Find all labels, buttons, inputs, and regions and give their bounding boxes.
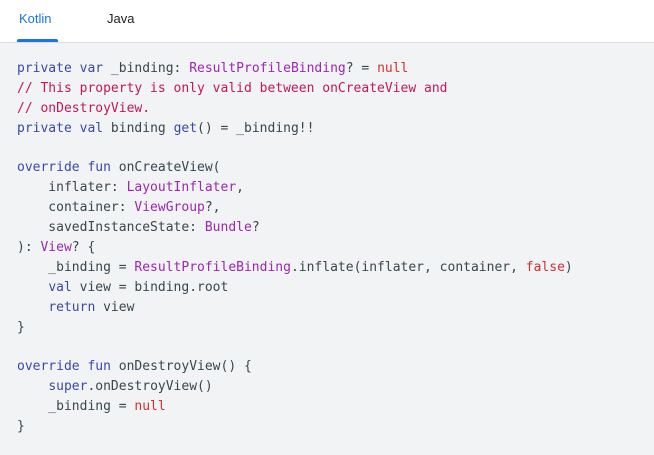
code-keyword: override bbox=[17, 160, 80, 176]
code-line: _binding = ResultProfileBinding.inflate(… bbox=[17, 258, 573, 278]
code-text: ?, bbox=[204, 200, 221, 216]
code-line: private val binding get() = _binding!! bbox=[17, 119, 573, 139]
code-block: private var _binding: ResultProfileBindi… bbox=[17, 59, 573, 437]
code-text: .inflate(inflater, container, bbox=[290, 259, 526, 275]
code-keyword: get bbox=[173, 120, 198, 136]
code-keyword: return bbox=[48, 299, 96, 315]
code-keyword: fun bbox=[87, 359, 111, 375]
code-keyword: private bbox=[17, 120, 72, 136]
code-line: ): View? { bbox=[17, 238, 573, 258]
language-tab-bar: Kotlin Java bbox=[0, 0, 654, 43]
code-text: view = binding.root bbox=[71, 279, 229, 295]
code-text: onDestroyView() { bbox=[110, 359, 252, 375]
code-keyword: var bbox=[79, 61, 104, 76]
code-line: // onDestroyView. bbox=[17, 99, 573, 119]
code-line: container: ViewGroup?, bbox=[17, 198, 573, 218]
code-line: inflater: LayoutInflater, bbox=[17, 178, 573, 198]
code-type: Bundle bbox=[204, 220, 252, 236]
code-literal: false bbox=[525, 259, 565, 275]
code-text: ? = bbox=[345, 61, 378, 76]
code-keyword: super bbox=[48, 379, 88, 395]
code-text: ): bbox=[17, 240, 41, 256]
code-text: container: bbox=[17, 200, 135, 216]
code-type: ViewGroup bbox=[134, 200, 205, 216]
code-line: _binding = null bbox=[17, 397, 573, 417]
code-keyword: val bbox=[48, 279, 72, 295]
code-type: ResultProfileBinding bbox=[134, 259, 291, 275]
code-text: .onDestroyView() bbox=[87, 379, 213, 395]
code-line: val view = binding.root bbox=[17, 278, 573, 298]
code-text: inflater: bbox=[17, 180, 127, 196]
code-text: savedInstanceState: bbox=[17, 220, 205, 236]
code-text: _binding = bbox=[17, 259, 135, 275]
code-comment: // onDestroyView. bbox=[17, 100, 151, 116]
code-line: return view bbox=[17, 298, 573, 318]
code-literal: null bbox=[134, 399, 166, 415]
code-text: () = _binding!! bbox=[197, 120, 315, 136]
code-text: } bbox=[17, 419, 25, 435]
code-type: View bbox=[40, 240, 72, 256]
code-keyword: fun bbox=[87, 160, 111, 176]
code-text: _binding: bbox=[103, 61, 190, 76]
code-line: private var _binding: ResultProfileBindi… bbox=[17, 59, 573, 79]
code-keyword: override bbox=[17, 359, 80, 375]
code-type: LayoutInflater bbox=[126, 180, 237, 196]
code-line: override fun onCreateView( bbox=[17, 158, 573, 178]
code-line: // This property is only valid between o… bbox=[17, 79, 573, 99]
code-line: } bbox=[17, 417, 573, 437]
code-line: override fun onDestroyView() { bbox=[17, 357, 573, 377]
tab-kotlin[interactable]: Kotlin bbox=[19, 11, 52, 27]
code-literal: null bbox=[377, 61, 409, 76]
code-text: _binding = bbox=[17, 399, 135, 415]
code-line: super.onDestroyView() bbox=[17, 377, 573, 397]
code-text: ) bbox=[564, 259, 573, 275]
code-text: , bbox=[236, 180, 244, 196]
code-comment: // This property is only valid between o… bbox=[17, 80, 448, 96]
selected-tab-indicator bbox=[17, 39, 58, 42]
code-line: savedInstanceState: Bundle? bbox=[17, 218, 573, 238]
code-text: onCreateView( bbox=[110, 160, 221, 176]
code-text: ? { bbox=[71, 240, 96, 256]
code-line: } bbox=[17, 318, 573, 338]
code-type: ResultProfileBinding bbox=[189, 61, 346, 76]
tab-java[interactable]: Java bbox=[107, 11, 134, 27]
code-keyword: val bbox=[79, 120, 104, 136]
code-text: binding bbox=[103, 120, 174, 136]
code-text: } bbox=[17, 319, 25, 335]
code-keyword: private bbox=[17, 61, 72, 76]
code-text: view bbox=[95, 299, 135, 315]
code-text: ? bbox=[251, 220, 260, 236]
